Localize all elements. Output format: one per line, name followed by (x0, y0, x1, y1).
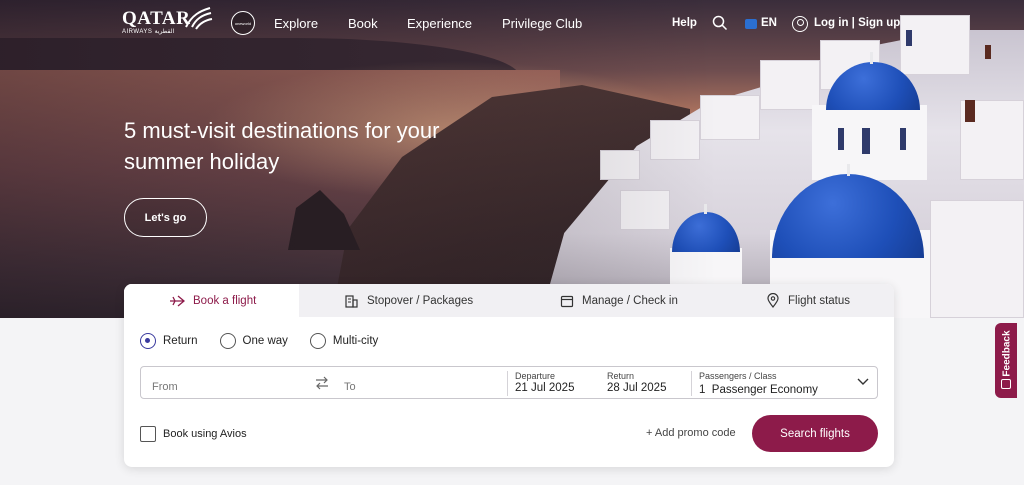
radio-multi-city[interactable]: Multi-city (309, 333, 379, 349)
feedback-label: Feedback (1001, 330, 1013, 377)
radio-one-way[interactable]: One way (219, 333, 288, 349)
avios-checkbox[interactable] (140, 426, 156, 442)
radio-button[interactable] (219, 333, 236, 349)
flight-search-fields: From To Departure 21 Jul 2025 Return 28 … (140, 366, 878, 399)
avios-checkbox-row[interactable]: Book using Avios (140, 426, 247, 442)
chevron-down-icon[interactable] (857, 378, 869, 386)
return-date[interactable]: 28 Jul 2025 (607, 382, 666, 394)
tab-book-a-flight[interactable]: Book a flight (124, 284, 299, 317)
login-link[interactable]: Log in | Sign up (814, 17, 900, 29)
help-link[interactable]: Help (672, 17, 697, 29)
user-icon[interactable] (792, 16, 808, 32)
radio-button[interactable] (140, 333, 156, 349)
return-label: Return (607, 371, 635, 381)
location-pin-icon (767, 293, 779, 308)
passengers-class-select[interactable]: 1 Passenger Economy (699, 384, 818, 396)
add-promo-code-link[interactable]: + Add promo code (646, 427, 736, 439)
lets-go-button[interactable]: Let's go (124, 198, 207, 237)
from-field[interactable]: From (152, 381, 178, 393)
language-selector[interactable]: EN (761, 17, 777, 29)
tab-flight-status[interactable]: Flight status (766, 284, 850, 317)
feedback-tab[interactable]: Feedback (995, 323, 1017, 398)
departure-date[interactable]: 21 Jul 2025 (515, 382, 574, 394)
nav-book[interactable]: Book (348, 16, 378, 31)
tab-stopover-packages[interactable]: Stopover / Packages (344, 284, 473, 317)
nav-privilege-club[interactable]: Privilege Club (502, 16, 582, 31)
logo-wordmark: QATAR (122, 8, 191, 29)
qatar-airways-logo[interactable]: QATAR AIRWAYS القطرية (122, 8, 190, 35)
tab-label: Stopover / Packages (367, 294, 474, 307)
booking-tabs: Book a flight Stopover / Packages Manage… (124, 284, 894, 317)
search-icon[interactable] (712, 15, 728, 31)
oryx-icon (185, 7, 213, 30)
booking-widget: Book a flight Stopover / Packages Manage… (124, 284, 894, 467)
language-flag-icon[interactable] (745, 19, 757, 29)
search-flights-button[interactable]: Search flights (752, 415, 878, 452)
tab-label: Flight status (788, 294, 850, 307)
calendar-icon (560, 295, 574, 307)
trip-type-group: Return One way Multi-city (140, 333, 400, 349)
radio-label: One way (242, 335, 288, 347)
radio-label: Return (163, 335, 198, 347)
radio-button[interactable] (309, 333, 326, 349)
departure-label: Departure (515, 371, 556, 381)
passengers-label: Passengers / Class (699, 371, 777, 381)
top-nav: QATAR AIRWAYS القطرية oneworld Explore B… (0, 0, 1024, 48)
building-icon (345, 295, 358, 308)
tab-label: Manage / Check in (582, 294, 678, 307)
radio-return[interactable]: Return (140, 333, 198, 349)
hero-headline: 5 must-visit destinations for your summe… (124, 118, 440, 174)
radio-label: Multi-city (332, 335, 379, 347)
tab-manage-check-in[interactable]: Manage / Check in (560, 284, 678, 317)
nav-explore[interactable]: Explore (274, 16, 318, 31)
swap-icon[interactable] (315, 376, 329, 390)
to-field[interactable]: To (344, 381, 356, 393)
oneworld-logo: oneworld (231, 11, 255, 35)
plane-icon (170, 295, 185, 306)
tab-label: Book a flight (193, 294, 257, 307)
nav-experience[interactable]: Experience (407, 16, 472, 31)
avios-label: Book using Avios (163, 428, 247, 440)
feedback-icon (1001, 379, 1011, 389)
